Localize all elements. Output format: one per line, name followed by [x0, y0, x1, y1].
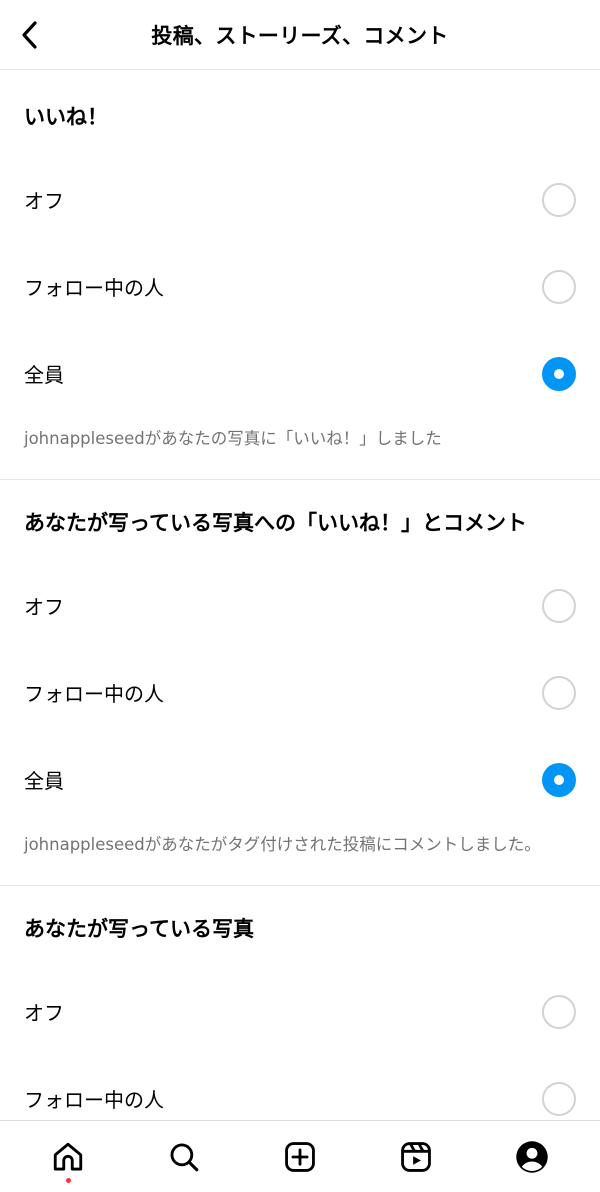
option-following[interactable]: フォロー中の人 — [24, 243, 576, 330]
nav-reels[interactable] — [386, 1127, 446, 1187]
search-icon — [170, 1143, 199, 1171]
option-following[interactable]: フォロー中の人 — [24, 1055, 576, 1120]
create-icon — [285, 1141, 315, 1172]
option-everyone[interactable]: 全員 — [24, 330, 576, 417]
nav-home[interactable] — [38, 1127, 98, 1187]
option-label: フォロー中の人 — [24, 276, 164, 300]
section-title: いいね！ — [24, 105, 108, 129]
option-off[interactable]: オフ — [24, 156, 576, 243]
option-following[interactable]: フォロー中の人 — [24, 649, 576, 736]
nav-profile[interactable] — [502, 1127, 562, 1187]
bottom-nav — [0, 1120, 600, 1192]
option-label: 全員 — [24, 769, 64, 793]
example-text: johnappleseedがあなたがタグ付けされた投稿にコメントしました。 — [24, 835, 541, 854]
notification-settings-screen: 投稿、ストーリーズ、コメント いいね！ オフ フォロー中の人 全員 johnap… — [0, 0, 600, 1192]
back-button[interactable] — [12, 17, 48, 53]
nav-create[interactable] — [270, 1127, 330, 1187]
home-icon — [53, 1142, 83, 1170]
radio-button[interactable] — [542, 588, 576, 623]
option-off[interactable]: オフ — [24, 562, 576, 649]
option-label: オフ — [24, 595, 64, 619]
radio-button[interactable] — [542, 269, 576, 304]
profile-icon — [516, 1140, 548, 1173]
section-tagged-photos: あなたが写っている写真 オフ フォロー中の人 — [0, 886, 600, 1120]
option-label: フォロー中の人 — [24, 682, 164, 706]
header: 投稿、ストーリーズ、コメント — [0, 0, 600, 70]
section-likes-comments-tagged: あなたが写っている写真への「いいね！」とコメント オフ フォロー中の人 全員 j… — [0, 480, 600, 886]
section-title: あなたが写っている写真への「いいね！」とコメント — [24, 511, 527, 535]
page-title: 投稿、ストーリーズ、コメント — [151, 23, 449, 48]
reels-icon — [401, 1141, 431, 1172]
option-label: オフ — [24, 189, 64, 213]
chevron-left-icon — [22, 21, 37, 49]
radio-button[interactable] — [542, 675, 576, 710]
radio-button-selected[interactable] — [542, 356, 576, 391]
option-label: オフ — [24, 1001, 64, 1025]
option-label: フォロー中の人 — [24, 1088, 164, 1112]
option-off[interactable]: オフ — [24, 968, 576, 1055]
radio-button[interactable] — [542, 182, 576, 217]
section-title: あなたが写っている写真 — [24, 917, 254, 941]
notification-dot — [66, 1177, 71, 1183]
radio-button[interactable] — [542, 1081, 576, 1116]
settings-content[interactable]: いいね！ オフ フォロー中の人 全員 johnappleseedがあなたの写真に… — [0, 71, 600, 1120]
nav-search[interactable] — [154, 1127, 214, 1187]
radio-button-selected[interactable] — [542, 762, 576, 797]
radio-button[interactable] — [542, 994, 576, 1029]
section-likes: いいね！ オフ フォロー中の人 全員 johnappleseedがあなたの写真に… — [0, 71, 600, 480]
option-label: 全員 — [24, 363, 64, 387]
option-everyone[interactable]: 全員 — [24, 736, 576, 823]
example-text: johnappleseedがあなたの写真に「いいね！」しました — [24, 429, 442, 448]
